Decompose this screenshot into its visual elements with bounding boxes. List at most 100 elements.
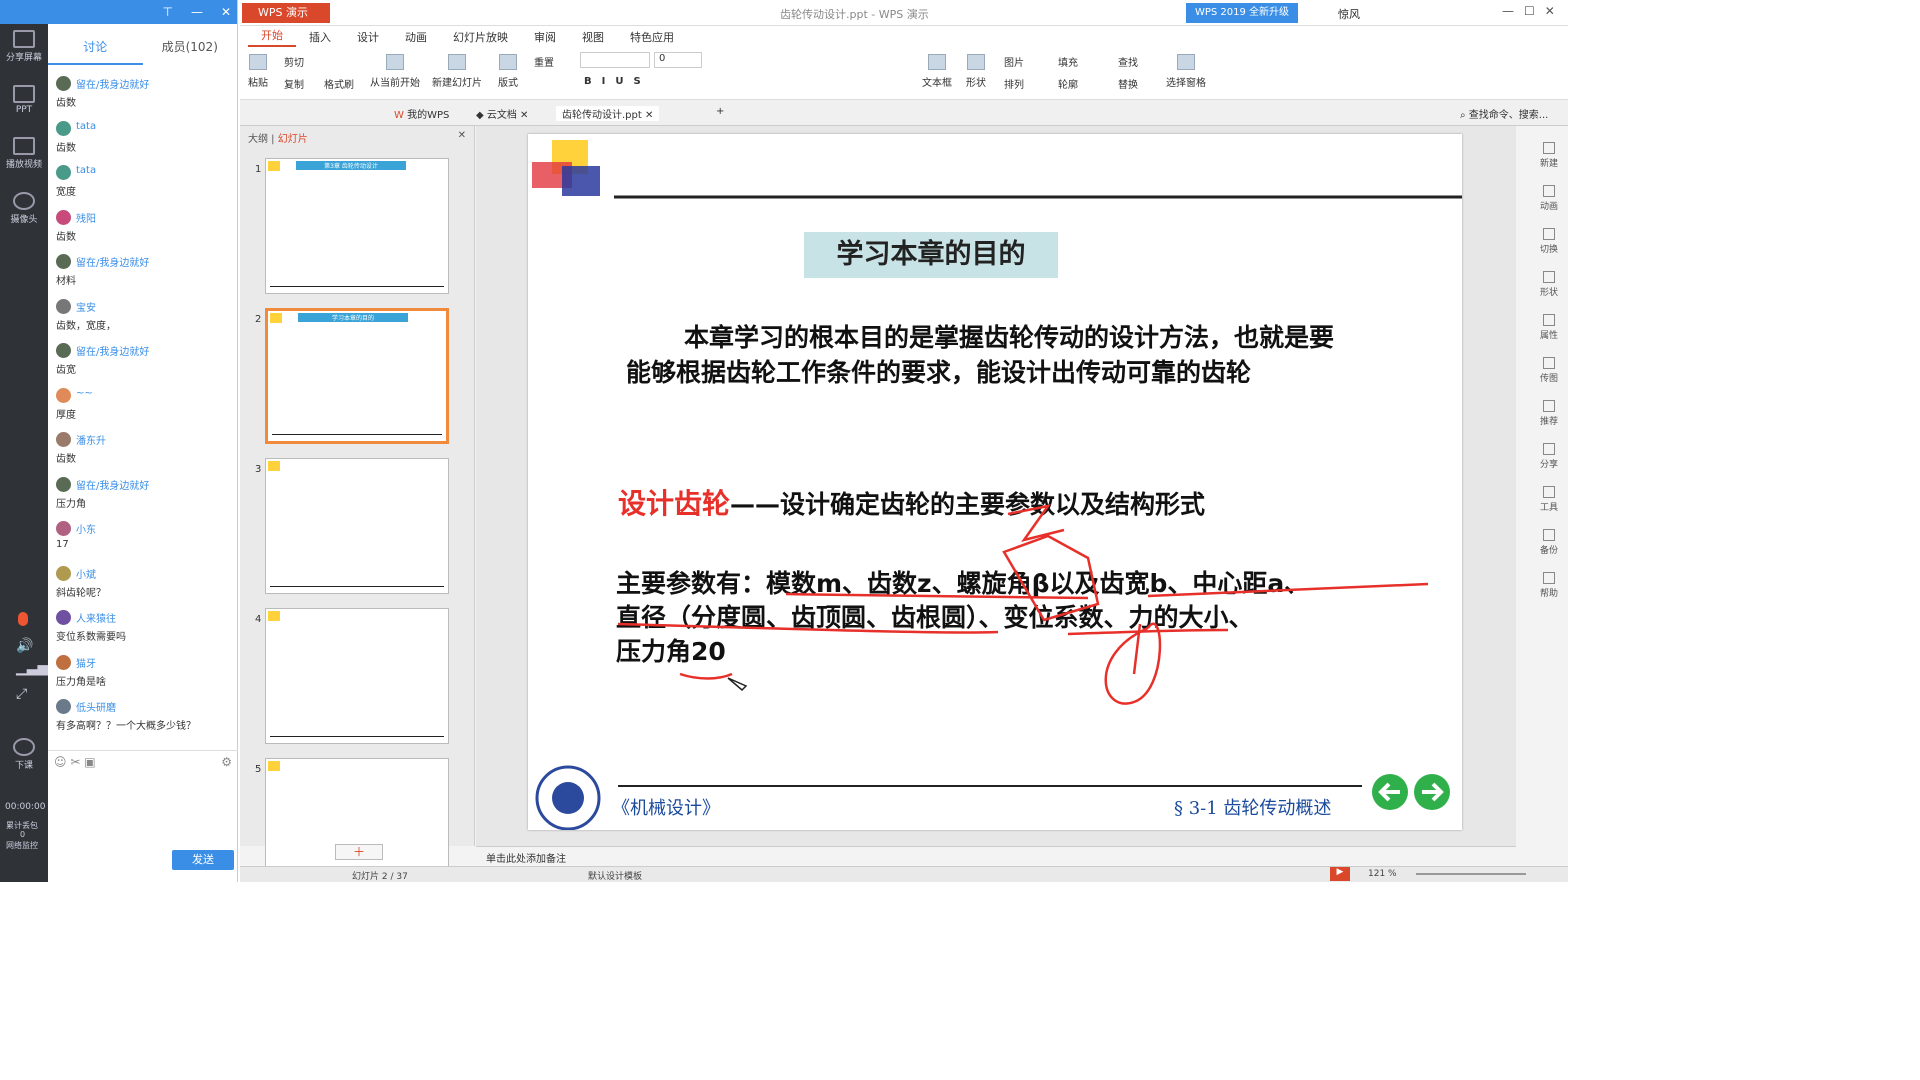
- font-style-buttons[interactable]: BIUS: [584, 76, 651, 87]
- shapes-button[interactable]: 形状: [966, 54, 986, 89]
- ppt-button[interactable]: PPT: [0, 85, 48, 115]
- stats-icon[interactable]: ▁▃▅: [16, 660, 48, 676]
- sender-name[interactable]: 留在/我身边就好: [76, 76, 149, 91]
- side-button-7[interactable]: 分享: [1530, 443, 1568, 470]
- slide-thumbnail[interactable]: 学习本章的目的: [265, 308, 449, 444]
- tab-file[interactable]: 齿轮传动设计.ppt ✕: [556, 106, 660, 121]
- avatar[interactable]: [56, 699, 71, 714]
- current-slide[interactable]: 学习本章的目的 本章学习的根本目的是掌握齿轮传动的设计方法，也就是要能够根据齿轮…: [528, 134, 1462, 830]
- avatar[interactable]: [56, 565, 71, 581]
- camera-button[interactable]: 摄像头: [0, 192, 48, 225]
- sender-name[interactable]: 宝安: [76, 299, 96, 314]
- avatar[interactable]: [56, 209, 71, 225]
- side-button-5[interactable]: 传图: [1530, 357, 1568, 384]
- avatar[interactable]: [56, 387, 71, 403]
- avatar[interactable]: [56, 254, 71, 269]
- slide-thumbnail[interactable]: [265, 458, 449, 594]
- sender-name[interactable]: 人来猿往: [76, 610, 116, 625]
- tab-mywps[interactable]: W 我的WPS: [394, 106, 449, 121]
- sender-name[interactable]: 猫牙: [76, 655, 96, 670]
- picture-button[interactable]: 图片: [1004, 54, 1024, 69]
- menu-4[interactable]: 幻灯片放映: [440, 29, 521, 45]
- search-command[interactable]: ⌕ 查找命令、搜索...: [1460, 106, 1548, 121]
- end-class-button[interactable]: 下课: [0, 738, 48, 771]
- menu-6[interactable]: 视图: [569, 29, 617, 45]
- sender-name[interactable]: 低头研磨: [76, 699, 116, 714]
- chat-input-area[interactable]: ☺ ✂ ▣ ⚙ 发送: [48, 750, 238, 882]
- add-slide-button[interactable]: ＋: [335, 844, 383, 860]
- textbox-button[interactable]: 文本框: [922, 54, 952, 89]
- replace-button[interactable]: 替换: [1118, 76, 1138, 91]
- sender-name[interactable]: 小斌: [76, 566, 96, 581]
- avatar[interactable]: [56, 165, 71, 180]
- share-screen-button[interactable]: 分享屏幕: [0, 30, 48, 63]
- sender-name[interactable]: tata: [76, 165, 96, 176]
- tab-outline[interactable]: 大纲: [248, 134, 268, 145]
- sender-name[interactable]: 留在/我身边就好: [76, 343, 149, 358]
- avatar[interactable]: [56, 610, 71, 625]
- fullscreen-icon[interactable]: ⤢: [16, 686, 27, 702]
- sender-name[interactable]: 残阳: [76, 210, 96, 225]
- tab-slides[interactable]: 幻灯片: [278, 134, 308, 145]
- tab-cloud[interactable]: ◆ 云文档 ✕: [476, 106, 528, 121]
- arrange-button[interactable]: 排列: [1004, 76, 1024, 91]
- menu-7[interactable]: 特色应用: [617, 29, 687, 45]
- slide-thumbnail[interactable]: [265, 608, 449, 744]
- sender-name[interactable]: 小东: [76, 521, 96, 536]
- upgrade-button[interactable]: WPS 2019 全新升级: [1186, 3, 1298, 23]
- new-tab-button[interactable]: +: [716, 106, 724, 117]
- settings-icon[interactable]: ⚙: [221, 755, 232, 769]
- from-current-button[interactable]: 从当前开始: [370, 54, 420, 89]
- slide-thumbnail[interactable]: 第3章 齿轮传动设计: [265, 158, 449, 294]
- menu-2[interactable]: 设计: [344, 29, 392, 45]
- play-slideshow-button[interactable]: ▶: [1330, 867, 1350, 881]
- menu-3[interactable]: 动画: [392, 29, 440, 45]
- avatar[interactable]: [56, 654, 71, 670]
- menu-0[interactable]: 开始: [248, 27, 296, 47]
- avatar[interactable]: [56, 120, 71, 136]
- send-button[interactable]: 发送: [172, 850, 234, 870]
- cut-button[interactable]: 剪切: [284, 54, 304, 69]
- font-name-select[interactable]: [580, 52, 650, 68]
- reset-button[interactable]: 重置: [534, 54, 554, 69]
- tab-members[interactable]: 成员(102): [143, 38, 238, 55]
- pin-icon[interactable]: ⊤: [162, 5, 172, 19]
- avatar[interactable]: [56, 432, 71, 447]
- minimize-icon[interactable]: —: [191, 5, 203, 19]
- window-controls[interactable]: —☐✕: [1502, 4, 1565, 18]
- speaker-icon[interactable]: 🔊: [16, 638, 33, 654]
- notes-pane[interactable]: 单击此处添加备注: [476, 846, 1516, 866]
- format-painter-button[interactable]: 格式刷: [324, 76, 354, 91]
- copy-button[interactable]: 复制: [284, 76, 304, 91]
- play-video-button[interactable]: 播放视频: [0, 137, 48, 170]
- sender-name[interactable]: tata: [76, 121, 96, 132]
- side-button-10[interactable]: 帮助: [1530, 572, 1568, 599]
- next-arrow-icon[interactable]: [1414, 774, 1450, 810]
- avatar[interactable]: [56, 76, 71, 91]
- side-button-0[interactable]: 新建: [1530, 142, 1568, 169]
- mic-icon[interactable]: [18, 612, 28, 626]
- side-button-6[interactable]: 推荐: [1530, 400, 1568, 427]
- find-button[interactable]: 查找: [1118, 54, 1138, 69]
- menu-5[interactable]: 审阅: [521, 29, 569, 45]
- emoji-icon[interactable]: ☺: [54, 755, 67, 769]
- menu-1[interactable]: 插入: [296, 29, 344, 45]
- scissors-icon[interactable]: ✂: [70, 755, 80, 769]
- image-icon[interactable]: ▣: [84, 755, 95, 769]
- side-button-1[interactable]: 动画: [1530, 185, 1568, 212]
- side-button-9[interactable]: 备份: [1530, 529, 1568, 556]
- wps-app-menu[interactable]: WPS 演示: [242, 3, 330, 23]
- panel-close-icon[interactable]: ✕: [458, 130, 466, 141]
- sender-name[interactable]: ~~: [76, 388, 93, 399]
- sender-name[interactable]: 潘东升: [76, 432, 106, 447]
- avatar[interactable]: [56, 521, 71, 536]
- zoom-slider[interactable]: [1416, 873, 1526, 875]
- sender-name[interactable]: 留在/我身边就好: [76, 477, 149, 492]
- close-icon[interactable]: ✕: [221, 5, 231, 19]
- outline-button[interactable]: 轮廓: [1058, 76, 1078, 91]
- avatar[interactable]: [56, 343, 71, 358]
- font-size-select[interactable]: 0: [654, 52, 702, 68]
- new-slide-button[interactable]: 新建幻灯片: [432, 54, 482, 89]
- fill-button[interactable]: 填充: [1058, 54, 1078, 69]
- prev-arrow-icon[interactable]: [1372, 774, 1408, 810]
